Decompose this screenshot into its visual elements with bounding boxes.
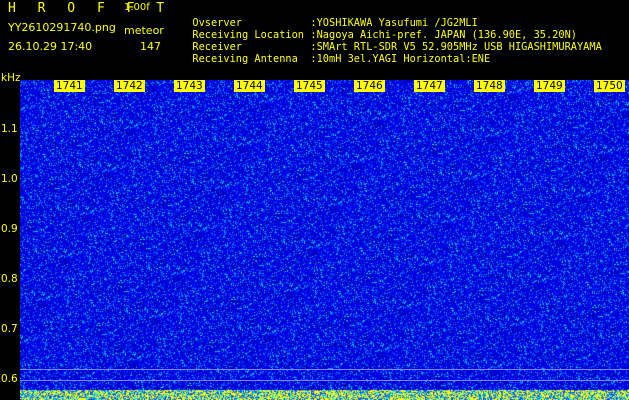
x-tick-label: 1744 xyxy=(234,80,265,92)
y-tick-label: 0.9 xyxy=(1,223,18,235)
y-tick-label: 0.7 xyxy=(1,323,18,335)
info-label: Receiving Antenna xyxy=(192,53,298,65)
x-tick-label: 1750 xyxy=(594,80,625,92)
x-tick-label: 1742 xyxy=(114,80,145,92)
version-label: 1.00f xyxy=(124,2,150,13)
x-tick-label: 1749 xyxy=(534,80,565,92)
spectrogram-canvas xyxy=(20,80,629,400)
x-tick-label: 1743 xyxy=(174,80,205,92)
y-tick-label: 1.0 xyxy=(1,173,18,185)
x-tick-label: 1741 xyxy=(54,80,85,92)
y-tick-label: 1.1 xyxy=(1,123,18,135)
x-tick-label: 1748 xyxy=(474,80,505,92)
y-tick-label: 0.8 xyxy=(1,273,18,285)
x-tick-label: 1747 xyxy=(414,80,445,92)
reference-line xyxy=(20,380,629,381)
reference-line xyxy=(20,369,629,370)
info-row-antenna: Receiving Antenna :10mH 3el.YAGI Horizont… xyxy=(180,41,490,65)
y-tick-label: 0.6 xyxy=(1,373,18,385)
axis-unit-label: kHz xyxy=(1,72,21,84)
file-name: YY2610291740.png xyxy=(8,21,116,34)
x-tick-label: 1746 xyxy=(354,80,385,92)
mode-label: meteor xyxy=(124,24,164,37)
capture-datetime: 26.10.29 17:40 xyxy=(8,40,93,53)
x-tick-label: 1745 xyxy=(294,80,325,92)
spectrogram-plot[interactable] xyxy=(20,80,629,400)
meteor-count: 147 xyxy=(140,40,161,53)
info-value: :10mH 3el.YAGI Horizontal:ENE xyxy=(310,53,491,65)
